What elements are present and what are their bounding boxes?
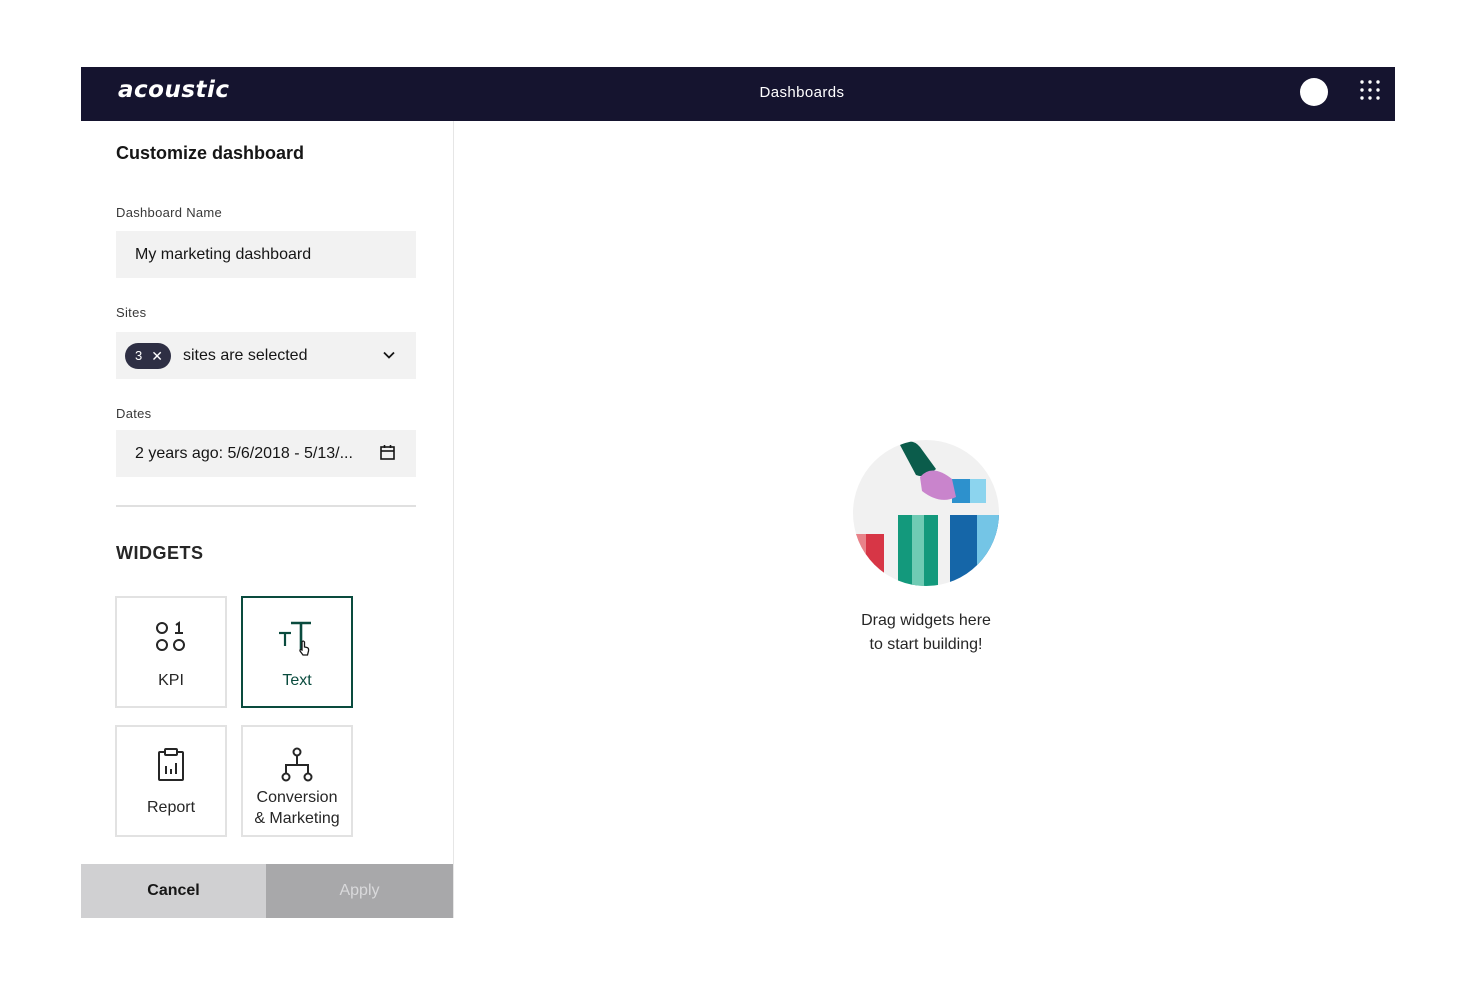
widget-text-label: Text bbox=[282, 672, 312, 689]
clear-sites-icon[interactable]: ✕ bbox=[151, 349, 163, 363]
sites-value: sites are selected bbox=[182, 346, 308, 364]
widget-text[interactable]: Text bbox=[241, 596, 353, 708]
empty-state-line1: Drag widgets here bbox=[861, 612, 991, 629]
dates-label: Dates bbox=[116, 406, 152, 421]
sites-select[interactable]: 3 ✕ sites are selected bbox=[116, 332, 416, 379]
sites-count-chip: 3 ✕ bbox=[125, 342, 171, 369]
sites-count: 3 bbox=[135, 348, 143, 363]
sites-label: Sites bbox=[116, 305, 147, 320]
dashboard-name-value: My marketing dashboard bbox=[135, 245, 312, 263]
widget-conversion-label-line2: & Marketing bbox=[254, 810, 340, 827]
widget-report[interactable]: Report bbox=[115, 725, 227, 837]
calendar-icon[interactable] bbox=[379, 444, 396, 461]
widget-kpi[interactable]: KPI bbox=[115, 596, 227, 708]
empty-dashboard-illustration bbox=[853, 440, 999, 586]
chevron-down-icon[interactable] bbox=[382, 348, 396, 362]
widget-conversion-marketing[interactable]: Conversion & Marketing bbox=[241, 725, 353, 837]
apply-button[interactable]: Apply bbox=[266, 864, 453, 918]
panel-title: Customize dashboard bbox=[116, 143, 305, 163]
user-avatar[interactable] bbox=[1300, 78, 1328, 106]
empty-state-message: Drag widgets here to start building! bbox=[826, 609, 1026, 657]
page-title: Dashboards bbox=[759, 84, 845, 101]
kpi-icon bbox=[156, 621, 185, 651]
empty-state-line2: to start building! bbox=[869, 636, 983, 653]
top-bar: acoustic Dashboards bbox=[81, 67, 1395, 121]
dashboard-name-label: Dashboard Name bbox=[116, 205, 223, 220]
dashboard-name-input[interactable]: My marketing dashboard bbox=[116, 231, 416, 278]
dates-input[interactable]: 2 years ago: 5/6/2018 - 5/13/... bbox=[116, 430, 416, 477]
customize-panel: Customize dashboard Dashboard Name My ma… bbox=[81, 121, 454, 918]
dashboard-canvas[interactable]: Drag widgets here to start building! bbox=[454, 121, 1395, 918]
widget-conversion-label-line1: Conversion bbox=[256, 789, 338, 806]
widget-report-label: Report bbox=[146, 799, 196, 816]
section-divider bbox=[116, 505, 416, 507]
app-window: acoustic Dashboards Customize dashboard … bbox=[81, 67, 1395, 918]
cancel-button[interactable]: Cancel bbox=[81, 864, 266, 918]
widget-kpi-label: KPI bbox=[158, 672, 184, 689]
conversion-icon bbox=[281, 747, 313, 782]
text-icon bbox=[279, 621, 311, 656]
app-switcher-icon[interactable] bbox=[1359, 79, 1381, 101]
widgets-heading: WIDGETS bbox=[116, 543, 204, 563]
report-icon bbox=[158, 748, 184, 781]
dates-value: 2 years ago: 5/6/2018 - 5/13/... bbox=[135, 444, 353, 462]
